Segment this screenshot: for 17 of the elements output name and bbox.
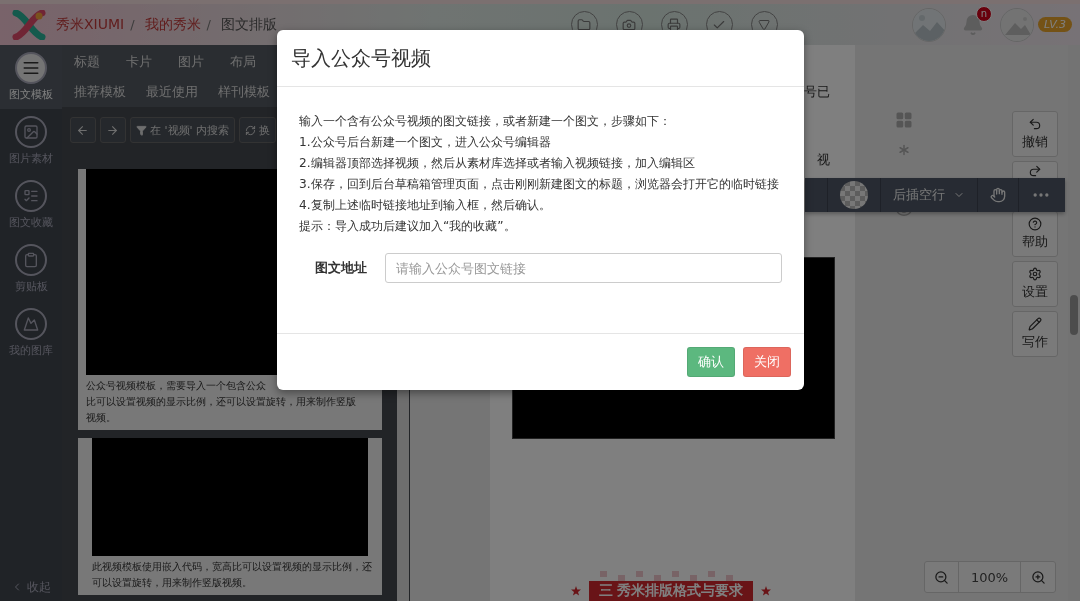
section-banner: 三 秀米排版格式与要求	[588, 581, 754, 601]
dialog-title: 导入公众号视频	[291, 44, 431, 72]
search-in-label: 在 '视频' 内搜索	[150, 122, 230, 138]
level-badge: LV.3	[1037, 17, 1072, 32]
instruction-text: 1.公众号后台新建一个图文，进入公众号编辑器	[299, 134, 552, 150]
template-caption: 比可以设置视频的显示比例，还可以设置旋转，用来制作竖版	[86, 395, 357, 409]
breadcrumb-separator: /	[130, 17, 135, 32]
instruction-text: 2.编辑器顶部选择视频，然后从素材库选择或者输入视频链接，加入编辑区	[299, 155, 696, 171]
notification-badge: n	[975, 5, 992, 22]
article-text: 视	[817, 151, 830, 169]
zoom-value: 100%	[959, 562, 1021, 592]
breadcrumb-separator: /	[206, 17, 211, 32]
template-caption: 可以设置旋转，用来制作竖版视频。	[92, 576, 253, 590]
field-label: 图文地址	[313, 259, 368, 277]
template-caption: 视频。	[86, 411, 117, 425]
instruction-text: 输入一个含有公众号视频的图文链接，或者新建一个图文，步骤如下：	[299, 113, 672, 129]
article-text: 号已	[804, 83, 830, 101]
